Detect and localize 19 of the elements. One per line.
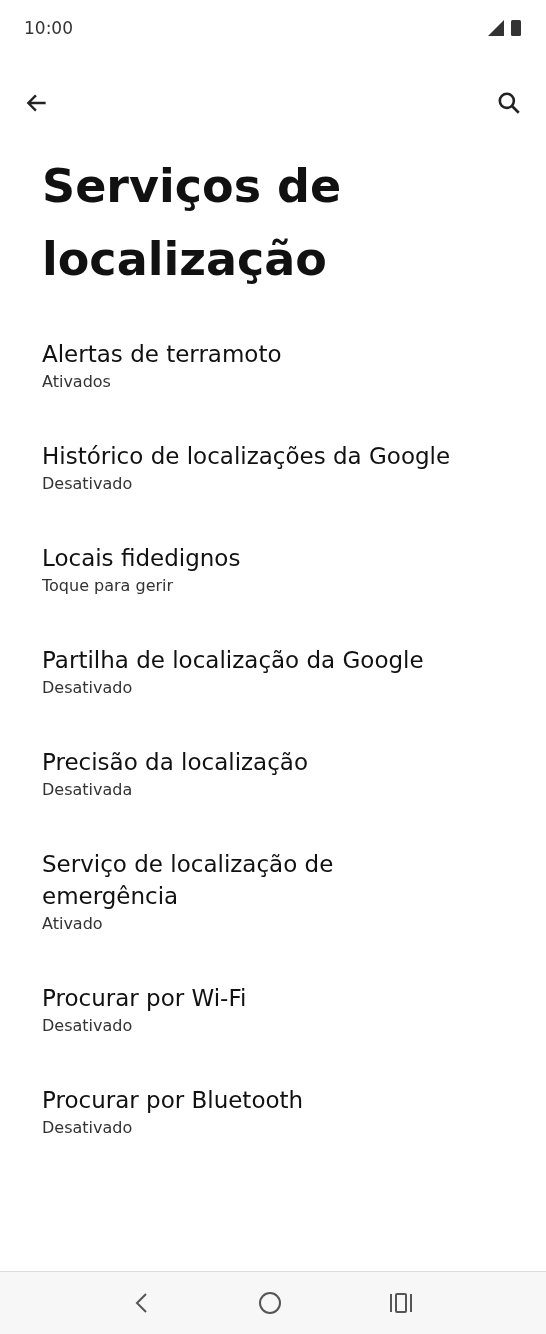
setting-status: Desativada [42, 779, 134, 801]
setting-title[interactable]: Alertas de terramoto [42, 338, 462, 370]
setting-status: Toque para gerir [42, 575, 175, 597]
setting-status: Ativado [42, 913, 104, 935]
setting-title[interactable]: Serviço de localização de emergência [42, 848, 462, 912]
setting-title[interactable]: Precisão da localização [42, 746, 462, 778]
page-title: Serviços de localização [41, 158, 343, 288]
setting-title[interactable]: Histórico de localizações da Google [42, 440, 462, 472]
setting-status: Ativados [42, 371, 112, 393]
setting-status: Desativado [42, 677, 134, 699]
setting-title[interactable]: Procurar por Bluetooth [42, 1084, 462, 1116]
setting-status: Desativado [42, 473, 134, 495]
setting-status: Desativado [42, 1015, 134, 1037]
setting-title[interactable]: Locais fidedignos [42, 542, 462, 574]
setting-title[interactable]: Partilha de localização da Google [42, 644, 462, 676]
status-time: 10:00 [24, 17, 73, 38]
setting-status: Desativado [42, 1117, 134, 1139]
signal-battery-icon [488, 18, 522, 37]
setting-title[interactable]: Procurar por Wi-Fi [42, 982, 462, 1014]
